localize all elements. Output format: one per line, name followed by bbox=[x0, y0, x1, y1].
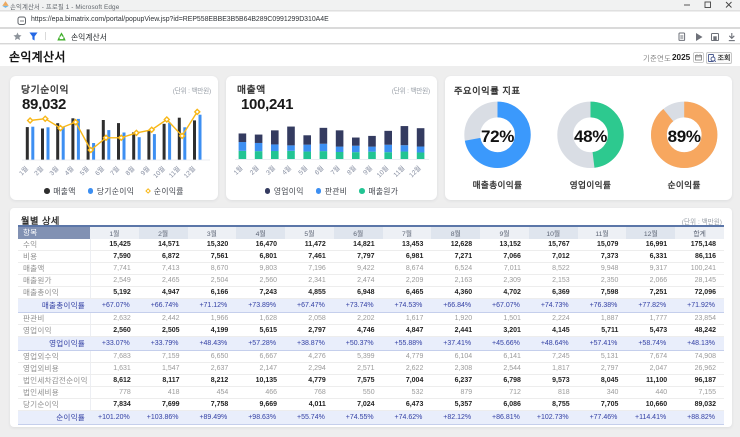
svg-text:3월: 3월 bbox=[47, 164, 60, 177]
svg-text:12월: 12월 bbox=[407, 163, 423, 179]
svg-text:2월: 2월 bbox=[32, 164, 45, 177]
svg-text:6월: 6월 bbox=[93, 164, 106, 177]
svg-text:4월: 4월 bbox=[62, 164, 75, 177]
svg-text:8월: 8월 bbox=[123, 164, 136, 177]
svg-text:9월: 9월 bbox=[138, 164, 151, 177]
svg-text:7월: 7월 bbox=[108, 164, 121, 177]
svg-text:11월: 11월 bbox=[167, 164, 183, 180]
svg-text:2월: 2월 bbox=[247, 163, 260, 176]
svg-text:10월: 10월 bbox=[151, 164, 167, 180]
svg-text:8월: 8월 bbox=[345, 163, 358, 176]
svg-text:1월: 1월 bbox=[231, 163, 244, 176]
svg-text:3월: 3월 bbox=[264, 163, 277, 176]
svg-text:7월: 7월 bbox=[328, 163, 341, 176]
svg-text:6월: 6월 bbox=[312, 163, 325, 176]
svg-text:5월: 5월 bbox=[78, 164, 91, 177]
svg-text:4월: 4월 bbox=[280, 163, 293, 176]
svg-text:12월: 12월 bbox=[181, 164, 197, 180]
svg-text:11월: 11월 bbox=[391, 163, 407, 179]
svg-text:10월: 10월 bbox=[374, 163, 390, 179]
svg-text:1월: 1월 bbox=[17, 164, 30, 177]
svg-text:9월: 9월 bbox=[361, 163, 374, 176]
svg-text:5월: 5월 bbox=[296, 163, 309, 176]
